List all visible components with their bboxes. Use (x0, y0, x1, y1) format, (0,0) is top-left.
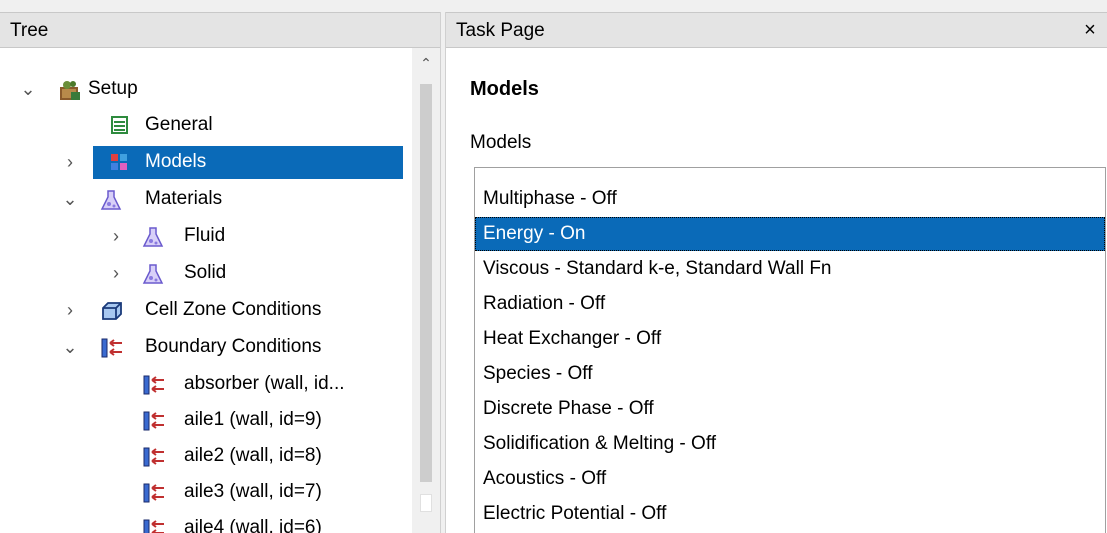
models-list-label: Models (470, 132, 532, 153)
tree-item-setup[interactable]: ⌄ Setup (0, 72, 412, 106)
scrollbar-track-marker[interactable] (420, 494, 432, 512)
list-item-discrete-phase[interactable]: Discrete Phase - Off (475, 392, 1105, 426)
chevron-down-icon[interactable]: ⌄ (62, 182, 78, 216)
close-icon[interactable]: × (1079, 12, 1101, 48)
tree-item-label: aile4 (wall, id=6) (184, 517, 322, 533)
list-item-energy[interactable]: Energy - On (475, 217, 1105, 251)
selection-highlight (93, 146, 403, 179)
tree-header: Tree (0, 12, 440, 48)
general-icon (110, 115, 132, 137)
chevron-right-icon[interactable]: › (62, 293, 78, 327)
task-page-panel: Task Page × Models Models Multiphase - O… (446, 12, 1107, 533)
scroll-up-icon[interactable]: ⌃ (412, 48, 440, 78)
setup-icon (58, 79, 80, 101)
boundary-icon (142, 446, 164, 468)
list-item-species[interactable]: Species - Off (475, 357, 1105, 391)
tree-item-label: Solid (184, 262, 227, 283)
flask-icon (142, 263, 164, 285)
tree-item-label: Models (145, 151, 207, 172)
flask-icon (100, 189, 122, 211)
tree-item-aile1[interactable]: aile1 (wall, id=9) (0, 403, 412, 437)
list-item-solidification-melting[interactable]: Solidification & Melting - Off (475, 427, 1105, 461)
tree-panel: Tree ⌄ Setup General › Models ⌄ Material… (0, 12, 440, 533)
chevron-right-icon[interactable]: › (108, 219, 124, 253)
list-item-viscous[interactable]: Viscous - Standard k-e, Standard Wall Fn (475, 252, 1105, 286)
chevron-down-icon[interactable]: ⌄ (20, 72, 36, 106)
boundary-icon (142, 410, 164, 432)
models-list[interactable]: Multiphase - Off Energy - On Viscous - S… (474, 167, 1106, 533)
boundary-icon (142, 482, 164, 504)
tree-item-fluid[interactable]: › Fluid (0, 219, 412, 253)
tree-item-label: aile3 (wall, id=7) (184, 481, 322, 502)
boundary-icon (100, 337, 122, 359)
chevron-right-icon[interactable]: › (108, 256, 124, 290)
list-item-acoustics[interactable]: Acoustics - Off (475, 462, 1105, 496)
tree-item-label: Cell Zone Conditions (145, 299, 322, 320)
list-item-radiation[interactable]: Radiation - Off (475, 287, 1105, 321)
cell-zone-icon (100, 300, 122, 322)
page-title: Models (470, 78, 539, 100)
tree-item-aile3[interactable]: aile3 (wall, id=7) (0, 475, 412, 509)
tree-item-boundary-conditions[interactable]: ⌄ Boundary Conditions (0, 330, 412, 364)
tree-scrollbar[interactable]: ⌃ (412, 48, 440, 533)
tree-item-label: Fluid (184, 225, 226, 246)
chevron-down-icon[interactable]: ⌄ (62, 330, 78, 364)
tree-item-aile2[interactable]: aile2 (wall, id=8) (0, 439, 412, 473)
scrollbar-thumb[interactable] (420, 84, 432, 482)
tree-item-models[interactable]: › Models (0, 145, 412, 179)
boundary-icon (142, 518, 164, 533)
tree-item-label: General (145, 114, 213, 135)
tree-item-label: Materials (145, 188, 223, 209)
tree-item-cell-zone-conditions[interactable]: › Cell Zone Conditions (0, 293, 412, 327)
tree-item-aile4[interactable]: aile4 (wall, id=6) (0, 511, 412, 533)
task-page-header-label: Task Page (456, 20, 545, 41)
list-item-heat-exchanger[interactable]: Heat Exchanger - Off (475, 322, 1105, 356)
tree-item-absorber[interactable]: absorber (wall, id... (0, 367, 412, 401)
boundary-icon (142, 374, 164, 396)
list-item-multiphase[interactable]: Multiphase - Off (475, 182, 1105, 216)
tree-item-materials[interactable]: ⌄ Materials (0, 182, 412, 216)
tree-body: ⌄ Setup General › Models ⌄ Materials › F… (0, 48, 412, 533)
tree-item-label: Setup (88, 78, 138, 99)
task-page-header: Task Page (446, 12, 1107, 48)
tree-item-solid[interactable]: › Solid (0, 256, 412, 290)
list-item-electric-potential[interactable]: Electric Potential - Off (475, 497, 1105, 531)
flask-icon (142, 226, 164, 248)
models-icon (110, 152, 132, 174)
tree-item-label: aile1 (wall, id=9) (184, 409, 322, 430)
chevron-right-icon[interactable]: › (62, 145, 78, 179)
tree-item-label: aile2 (wall, id=8) (184, 445, 322, 466)
tree-item-general[interactable]: General (0, 108, 412, 142)
tree-item-label: absorber (wall, id... (184, 373, 345, 394)
tree-item-label: Boundary Conditions (145, 336, 322, 357)
